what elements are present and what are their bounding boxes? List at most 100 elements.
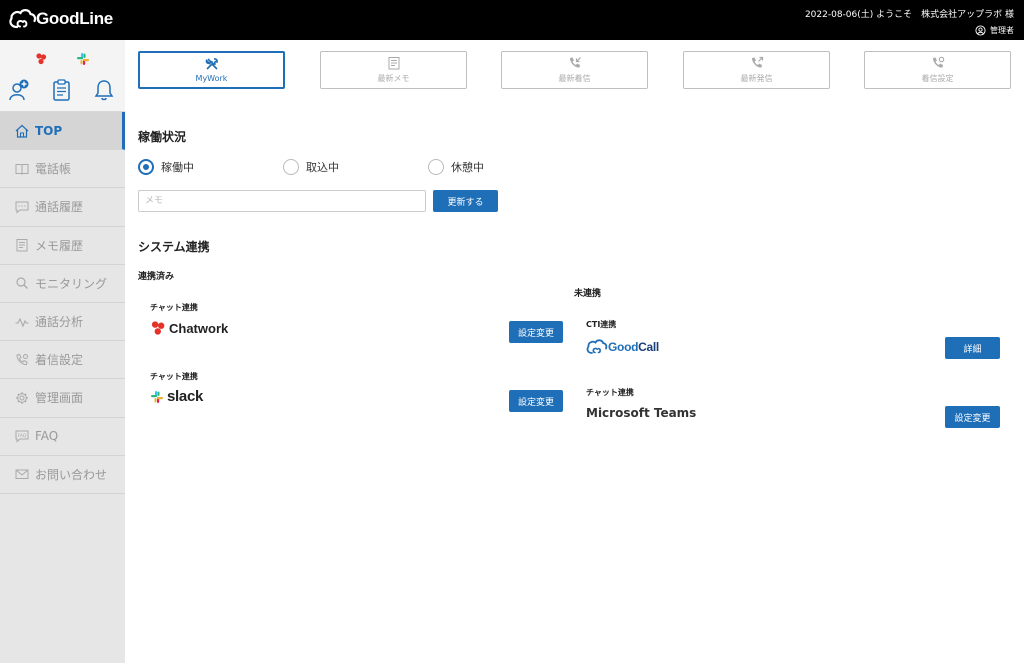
- goodcall-brand: GoodCall: [586, 338, 659, 356]
- chat-icon: [15, 201, 29, 214]
- sidebar-item-faq[interactable]: FAQ FAQ: [0, 418, 125, 456]
- sidebar-item-contact[interactable]: お問い合わせ: [0, 456, 125, 494]
- outgoing-call-icon: [751, 56, 763, 68]
- chatwork-settings-button[interactable]: 設定変更: [509, 321, 563, 343]
- sidebar-item-memo-history[interactable]: メモ履歴: [0, 227, 125, 265]
- radio-label: 取込中: [306, 161, 339, 174]
- goodcall-category: CTI連携: [586, 320, 617, 329]
- memo-input[interactable]: [138, 190, 426, 212]
- welcome-text: 2022-08-06(土) ようこそ 株式会社アップラボ 様: [804, 10, 1014, 20]
- tab-label: 着信設定: [921, 74, 954, 83]
- faq-icon: FAQ: [15, 430, 29, 443]
- chatwork-name: Chatwork: [169, 320, 229, 336]
- memo-icon: [16, 239, 28, 252]
- teams-category: チャット連携: [586, 388, 634, 397]
- sidebar-item-label: TOP: [35, 123, 63, 138]
- linked-title: 連携済み: [138, 272, 175, 282]
- slack-logo-icon: [151, 390, 163, 403]
- sidebar-item-label: モニタリング: [35, 276, 108, 291]
- slack-category: チャット連携: [150, 372, 198, 381]
- gear-icon: [16, 391, 28, 404]
- slack-brand: slack: [150, 388, 203, 405]
- status-title: 稼働状況: [138, 130, 187, 144]
- status-radio-break[interactable]: 休憩中: [428, 159, 484, 175]
- goodcall-name-call: Call: [638, 340, 659, 354]
- clipboard-icon[interactable]: [52, 79, 72, 101]
- svg-text:FAQ: FAQ: [18, 433, 27, 439]
- radio-indicator: [283, 159, 299, 175]
- sidebar-item-call-history[interactable]: 通話履歴: [0, 188, 125, 227]
- tab-label: 最新発信: [740, 74, 773, 83]
- tab-label: MyWork: [195, 74, 228, 83]
- update-status-button[interactable]: 更新する: [433, 190, 498, 212]
- search-icon: [16, 277, 28, 290]
- slack-name: slack: [167, 388, 204, 405]
- add-user-icon[interactable]: [9, 79, 29, 101]
- teams-brand: Microsoft Teams: [586, 406, 696, 420]
- header-info: 2022-08-06(土) ようこそ 株式会社アップラボ 様 管理者: [805, 7, 1014, 36]
- sidebar-item-label: FAQ: [35, 429, 59, 444]
- tab-incoming-settings[interactable]: 着信設定: [864, 51, 1011, 89]
- chatwork-brand: Chatwork: [150, 320, 228, 336]
- goodcall-name-good: Good: [608, 340, 639, 354]
- teams-name: Microsoft Teams: [586, 406, 697, 420]
- teams-settings-button[interactable]: 設定変更: [945, 406, 1000, 428]
- sidebar-item-monitoring[interactable]: モニタリング: [0, 265, 125, 303]
- chatwork-logo-icon: [151, 321, 165, 335]
- sidebar-item-incoming-settings[interactable]: 着信設定: [0, 341, 125, 380]
- mail-icon: [15, 469, 29, 480]
- home-icon: [15, 124, 29, 138]
- sidebar: TOP 電話帳 通話履歴 メモ履歴 モニタリング 通話分析 着信設定 管理画面 …: [0, 40, 125, 663]
- analytics-icon: [15, 317, 29, 327]
- sidebar-item-label: 電話帳: [35, 162, 72, 177]
- tab-latest-incoming[interactable]: 最新着信: [501, 51, 648, 89]
- integration-title: システム連携: [138, 240, 210, 254]
- goodline-logo[interactable]: GoodLine: [8, 7, 113, 31]
- tab-latest-memo[interactable]: 最新メモ: [320, 51, 467, 89]
- sidebar-item-top[interactable]: TOP: [0, 112, 125, 151]
- status-radio-group: 稼働中 取込中 休憩中: [138, 159, 558, 179]
- incoming-call-icon: [569, 57, 581, 68]
- radio-label: 休憩中: [451, 161, 484, 174]
- memo-icon: [388, 57, 399, 70]
- goodcall-details-button[interactable]: 詳細: [945, 337, 1000, 359]
- tab-mywork[interactable]: MyWork: [138, 51, 285, 89]
- sidebar-item-label: 管理画面: [35, 391, 84, 406]
- slack-settings-button[interactable]: 設定変更: [509, 390, 563, 412]
- sidebar-shortcuts: [0, 40, 125, 112]
- main-content: MyWork 最新メモ 最新着信 最新発信 着信設定 稼働状況 稼働中 取込中: [125, 40, 1024, 663]
- radio-indicator: [428, 159, 444, 175]
- user-role: 管理者: [990, 26, 1014, 35]
- user-role-icon: [975, 25, 986, 36]
- sidebar-item-label: 着信設定: [35, 353, 84, 368]
- sidebar-item-label: メモ履歴: [35, 238, 84, 253]
- logo-text: GoodLine: [36, 9, 113, 29]
- cloud-logo-icon: [9, 9, 37, 29]
- radio-label: 稼働中: [161, 161, 194, 174]
- phone-settings-icon: [16, 353, 28, 365]
- sidebar-item-label: 通話分析: [35, 315, 84, 330]
- sidebar-item-call-analytics[interactable]: 通話分析: [0, 303, 125, 342]
- tab-label: 最新着信: [558, 74, 591, 83]
- unlinked-title: 未連携: [574, 289, 602, 299]
- top-bar: GoodLine 2022-08-06(土) ようこそ 株式会社アップラボ 様 …: [0, 0, 1024, 40]
- logo-text-line: Line: [79, 9, 113, 28]
- tools-icon: [205, 58, 218, 70]
- sidebar-item-admin[interactable]: 管理画面: [0, 379, 125, 418]
- book-icon: [15, 163, 29, 175]
- slack-app-icon[interactable]: [76, 52, 90, 66]
- radio-indicator: [138, 159, 154, 175]
- goodcall-name: GoodCall: [608, 340, 659, 354]
- bell-icon[interactable]: [94, 79, 114, 101]
- status-radio-working[interactable]: 稼働中: [138, 159, 194, 175]
- tab-latest-outgoing[interactable]: 最新発信: [683, 51, 830, 89]
- sidebar-item-phonebook[interactable]: 電話帳: [0, 150, 125, 189]
- chatwork-category: チャット連携: [150, 303, 198, 312]
- phone-settings-icon: [932, 56, 944, 68]
- sidebar-item-label: お問い合わせ: [35, 467, 108, 482]
- goodcall-logo-icon: [586, 339, 608, 354]
- sidebar-item-label: 通話履歴: [35, 200, 84, 215]
- chatwork-app-icon[interactable]: [34, 52, 48, 66]
- logo-text-good: Good: [36, 9, 80, 28]
- status-radio-busy[interactable]: 取込中: [283, 159, 339, 175]
